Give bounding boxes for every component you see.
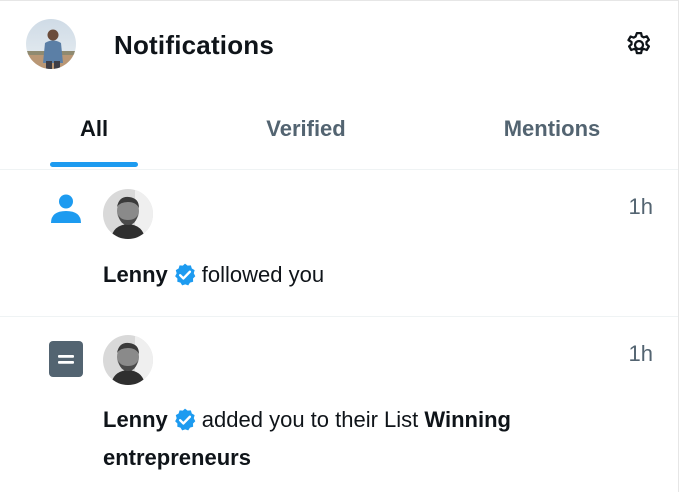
notification-action: added you to their List: [201, 407, 419, 432]
tab-verified[interactable]: Verified: [236, 89, 376, 169]
profile-avatar[interactable]: [26, 19, 76, 69]
verified-badge-icon: [172, 262, 198, 288]
notification-item[interactable]: 1h Lenny followed you: [0, 170, 678, 317]
notification-text: Lenny followed you: [103, 256, 623, 294]
notification-item[interactable]: 1h Lenny added you to their List Winning …: [0, 317, 678, 492]
list-icon: [48, 341, 84, 377]
gear-icon[interactable]: [624, 30, 654, 60]
tab-bar: All Verified Mentions: [0, 89, 678, 170]
user-name-link[interactable]: Lenny: [103, 407, 168, 432]
header: Notifications: [0, 1, 678, 89]
active-tab-indicator: [50, 162, 138, 167]
person-icon: [48, 192, 84, 228]
page-title: Notifications: [114, 30, 275, 60]
profile-avatar-image: [26, 19, 76, 69]
avatar[interactable]: [103, 189, 153, 239]
tab-mentions[interactable]: Mentions: [480, 89, 624, 169]
timestamp: 1h: [628, 341, 653, 366]
notifications-panel: Notifications All Verified Mentions 1h L…: [0, 0, 679, 492]
timestamp: 1h: [628, 194, 653, 219]
verified-badge-icon: [172, 407, 198, 433]
notification-text: Lenny added you to their List Winning ent…: [103, 401, 623, 477]
tab-all[interactable]: All: [44, 89, 144, 169]
avatar[interactable]: [103, 335, 153, 385]
user-name-link[interactable]: Lenny: [103, 262, 168, 287]
notification-action: followed you: [201, 262, 325, 287]
